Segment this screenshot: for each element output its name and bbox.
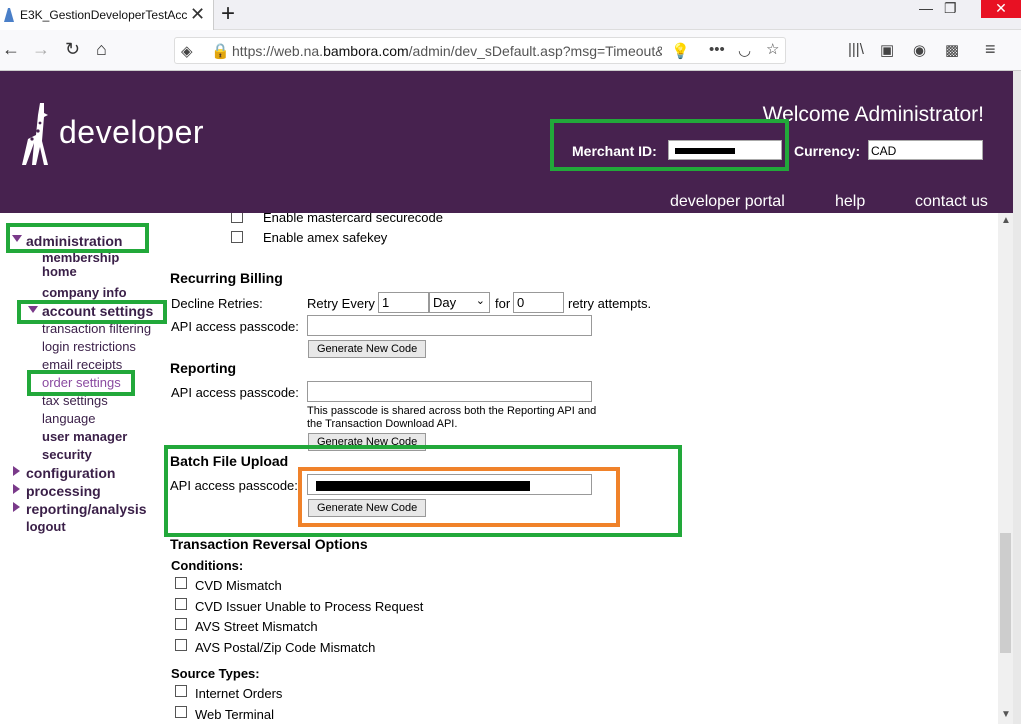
- retry-every-label: Retry Every: [307, 296, 375, 311]
- amex-checkbox[interactable]: [231, 231, 243, 243]
- lightbulb-icon[interactable]: 💡: [671, 42, 690, 60]
- scroll-down-icon[interactable]: ▼: [1001, 709, 1011, 720]
- internet-orders-checkbox[interactable]: [175, 685, 187, 697]
- reporting-title: Reporting: [170, 360, 237, 376]
- sidebar-item-company-info[interactable]: company info: [42, 285, 127, 300]
- tab-title: E3K_GestionDeveloperTestAcc: [20, 8, 188, 22]
- giraffe-logo-icon: [22, 103, 48, 165]
- avs-postal-checkbox[interactable]: [175, 639, 187, 651]
- bookmark-star-icon[interactable]: ☆: [766, 40, 779, 58]
- conditions-label: Conditions:: [171, 558, 244, 573]
- for-label: for: [495, 296, 511, 311]
- highlight-order-settings-box: [27, 370, 135, 396]
- mastercard-checkbox[interactable]: [231, 213, 243, 223]
- sidebar-item-processing[interactable]: processing: [26, 483, 101, 499]
- recurring-generate-button[interactable]: Generate New Code: [308, 340, 427, 358]
- reporting-api-label: API access passcode:: [171, 385, 299, 400]
- sidebar-item-security[interactable]: security: [42, 447, 92, 462]
- sidebar-item-logout[interactable]: logout: [26, 519, 66, 534]
- scrollbar-thumb[interactable]: [1000, 533, 1011, 653]
- decline-retries-label: Decline Retries:: [171, 296, 263, 311]
- web-terminal-label: Web Terminal: [195, 707, 274, 722]
- site-header: developer Welcome Administrator! Merchan…: [0, 71, 1013, 213]
- help-link[interactable]: help: [835, 193, 865, 211]
- sidebar-item-reporting-analysis[interactable]: reporting/analysis: [26, 501, 147, 517]
- close-tab-icon[interactable]: ✕: [190, 4, 205, 25]
- url-bar[interactable]: ◈ 🔒 https://web.na.bambora.com/admin/dev…: [174, 37, 786, 64]
- reversal-options-title: Transaction Reversal Options: [170, 536, 368, 552]
- sidebar-icon[interactable]: ▣: [880, 41, 894, 59]
- more-icon[interactable]: •••: [709, 41, 725, 58]
- shield-icon[interactable]: ◈: [181, 42, 193, 60]
- web-terminal-checkbox[interactable]: [175, 706, 187, 718]
- recurring-api-input[interactable]: [307, 315, 592, 336]
- source-types-label: Source Types:: [171, 666, 260, 681]
- cvd-issuer-label: CVD Issuer Unable to Process Request: [195, 599, 424, 614]
- contact-us-link[interactable]: contact us: [915, 193, 988, 211]
- collapsed-arrow-icon: [13, 466, 20, 476]
- avs-street-checkbox[interactable]: [175, 618, 187, 630]
- lock-icon: 🔒: [211, 43, 230, 60]
- reload-icon[interactable]: ↻: [65, 39, 80, 60]
- avs-street-label: AVS Street Mismatch: [195, 619, 318, 634]
- minimize-icon[interactable]: —: [919, 0, 933, 16]
- window-close-icon[interactable]: ✕: [981, 0, 1021, 18]
- retry-attempts-label: retry attempts.: [568, 296, 652, 311]
- screenshot-icon[interactable]: ▩: [945, 41, 959, 59]
- back-icon[interactable]: ←: [2, 39, 20, 60]
- amex-label: Enable amex safekey: [263, 230, 388, 245]
- mastercard-label: Enable mastercard securecode: [263, 213, 443, 225]
- cvd-issuer-checkbox[interactable]: [175, 598, 187, 610]
- currency-field: CAD: [868, 140, 983, 160]
- browser-tab-bar: E3K_GestionDeveloperTestAcc ✕ + — ❐ ✕: [0, 0, 1021, 30]
- scroll-up-icon[interactable]: ▲: [1001, 215, 1011, 226]
- sidebar-nav: administration membership home company i…: [0, 213, 168, 724]
- recurring-billing-title: Recurring Billing: [170, 270, 283, 286]
- logo-text[interactable]: developer: [59, 114, 204, 151]
- highlight-batch-passcode-box: [298, 467, 620, 527]
- restore-icon[interactable]: ❐: [944, 0, 957, 17]
- retry-every-input[interactable]: 1: [378, 292, 429, 313]
- forward-icon[interactable]: →: [32, 39, 50, 60]
- chevron-down-icon: ⌄: [475, 295, 485, 307]
- sidebar-item-login-restrictions[interactable]: login restrictions: [42, 339, 136, 354]
- collapsed-arrow-icon: [13, 484, 20, 494]
- browser-tab[interactable]: E3K_GestionDeveloperTestAcc ✕: [0, 0, 214, 30]
- currency-label: Currency:: [794, 143, 861, 159]
- sidebar-item-language[interactable]: language: [42, 411, 96, 426]
- library-icon[interactable]: |||\: [848, 41, 864, 58]
- account-icon[interactable]: ◉: [913, 41, 926, 59]
- retry-unit-select[interactable]: Day ⌄: [429, 292, 490, 313]
- sidebar-item-membership-home[interactable]: membership home: [42, 251, 142, 279]
- developer-portal-link[interactable]: developer portal: [670, 193, 785, 211]
- reporting-note-line1: This passcode is shared across both the …: [307, 405, 597, 417]
- highlight-merchant-box: [550, 119, 789, 171]
- sidebar-item-configuration[interactable]: configuration: [26, 465, 115, 481]
- favicon-icon: [4, 8, 14, 22]
- highlight-administration-box: [6, 223, 149, 253]
- url-text: https://web.na.bambora.com/admin/dev_sDe…: [232, 43, 662, 59]
- reporting-note-line2: the Transaction Download API.: [307, 418, 458, 430]
- cvd-mismatch-label: CVD Mismatch: [195, 578, 282, 593]
- highlight-account-settings-box: [17, 300, 167, 324]
- sidebar-item-user-manager[interactable]: user manager: [42, 429, 127, 444]
- collapsed-arrow-icon: [13, 502, 20, 512]
- menu-icon[interactable]: ≡: [985, 39, 996, 60]
- retry-attempts-input[interactable]: 0: [513, 292, 564, 313]
- browser-nav-bar: ← → ↻ ⌂ ◈ 🔒 https://web.na.bambora.com/a…: [0, 30, 1021, 71]
- recurring-api-label: API access passcode:: [171, 319, 299, 334]
- content-scrollbar[interactable]: ▲ ▼: [998, 213, 1013, 724]
- page-scrollbar[interactable]: [1013, 71, 1021, 724]
- pocket-icon[interactable]: ◡: [738, 41, 751, 59]
- welcome-message: Welcome Administrator!: [762, 103, 984, 126]
- new-tab-icon[interactable]: +: [221, 0, 235, 28]
- cvd-mismatch-checkbox[interactable]: [175, 577, 187, 589]
- reporting-api-input[interactable]: [307, 381, 592, 402]
- home-icon[interactable]: ⌂: [96, 39, 107, 60]
- avs-postal-label: AVS Postal/Zip Code Mismatch: [195, 640, 376, 655]
- internet-orders-label: Internet Orders: [195, 686, 283, 701]
